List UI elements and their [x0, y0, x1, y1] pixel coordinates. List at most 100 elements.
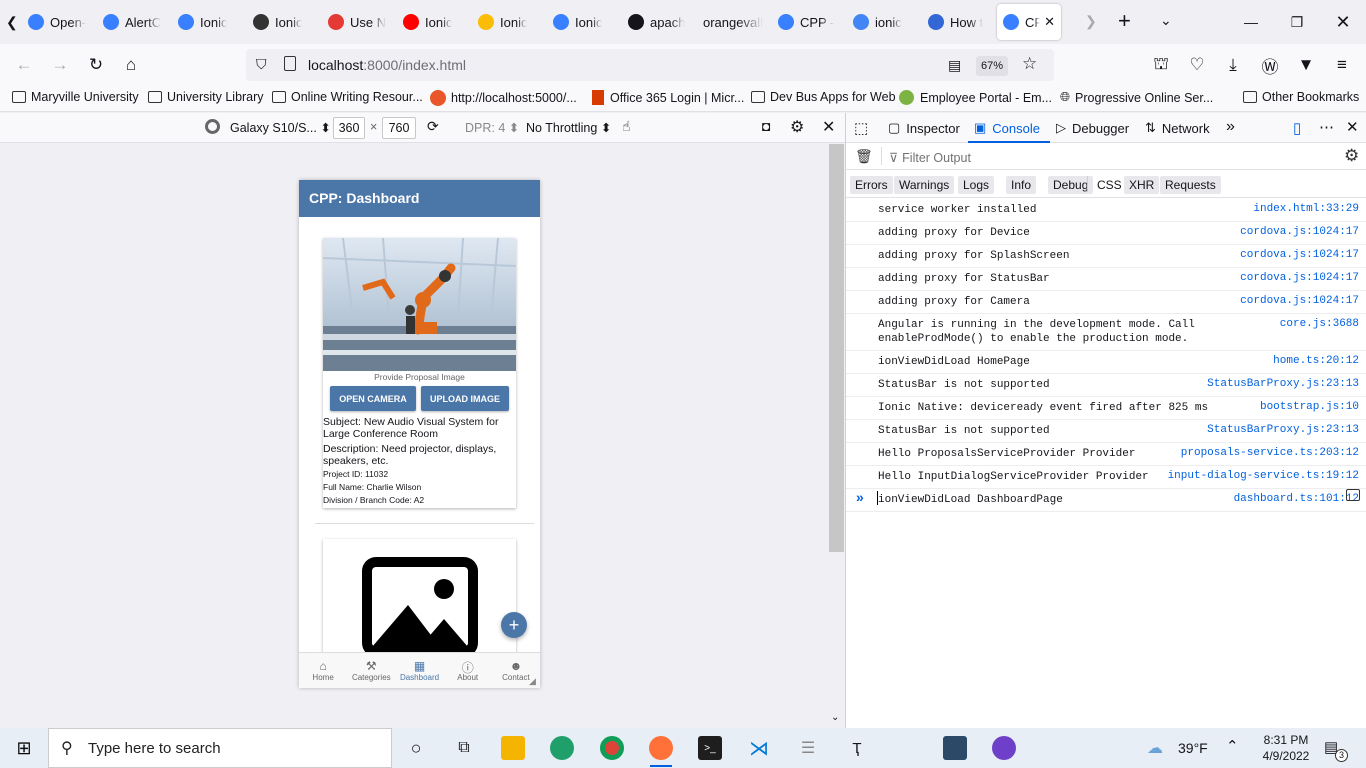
open-camera-button[interactable]: OPEN CAMERA [330, 386, 416, 411]
resize-handle-icon[interactable]: ◢ [529, 676, 536, 687]
list-all-tabs-chevron-icon[interactable]: ⌄ [1160, 12, 1172, 29]
browser-tab[interactable]: ionic [847, 0, 922, 44]
filter-info[interactable]: Info [1006, 176, 1037, 194]
chrome-icon[interactable] [600, 736, 624, 760]
browser-tab[interactable]: Ionic [397, 0, 472, 44]
tab-dashboard[interactable]: ▦ Dashboard [395, 653, 443, 688]
tab-network[interactable]: ⇅ Network [1145, 120, 1210, 136]
taskbar-search-box[interactable]: ⚲ Type here to search [48, 728, 392, 768]
new-tab-plus-icon[interactable]: + [1118, 8, 1131, 34]
console-message-source-link[interactable]: cordova.js:1024:17 [1240, 295, 1359, 307]
console-message-source-link[interactable]: cordova.js:1024:17 [1240, 226, 1359, 238]
tab-scroll-left-icon[interactable]: ❮ [6, 14, 18, 31]
bookmark-link[interactable]: 🌐︎ Progressive Online Ser... [1060, 90, 1213, 105]
upload-image-button[interactable]: UPLOAD IMAGE [421, 386, 509, 411]
bookmark-folder[interactable]: Maryville University [12, 90, 139, 104]
console-message-source-link[interactable]: StatusBarProxy.js:23:13 [1207, 424, 1359, 436]
pocket-icon[interactable]: ♡ [1184, 52, 1210, 78]
tab-about[interactable]: ⓘ About [444, 653, 492, 688]
console-message-source-link[interactable]: input-dialog-service.ts:19:12 [1168, 470, 1359, 482]
forward-arrow-icon[interactable]: → [47, 52, 73, 78]
console-input[interactable]: » [846, 486, 1366, 510]
browser-tab[interactable]: Open- [22, 0, 97, 44]
downloads-icon[interactable]: ⤓ [1220, 52, 1246, 78]
browser-tab[interactable]: Use N [322, 0, 397, 44]
tab-console[interactable]: ▣ Console [974, 120, 1040, 136]
console-message-source-link[interactable]: bootstrap.js:10 [1260, 401, 1359, 413]
address-bar[interactable]: ⛉ localhost:8000/index.html ▤ 67% ☆ [246, 49, 1054, 81]
other-bookmarks[interactable]: Other Bookmarks [1243, 90, 1359, 104]
editor-mode-icon[interactable] [1346, 489, 1360, 501]
edge-icon[interactable] [550, 736, 574, 760]
page-icon[interactable] [284, 56, 296, 71]
file-explorer-icon[interactable] [501, 736, 525, 760]
bookmark-link[interactable]: http://localhost:5000/... [430, 90, 577, 106]
console-message-source-link[interactable]: cordova.js:1024:17 [1240, 249, 1359, 261]
bookmark-folder[interactable]: Online Writing Resour... [272, 90, 423, 104]
filter-output-input[interactable]: ⊽ Filter Output [889, 150, 1329, 165]
browser-tab[interactable]: CPP✕ [997, 4, 1061, 40]
console-message-source-link[interactable]: cordova.js:1024:17 [1240, 272, 1359, 284]
tab-debugger[interactable]: ▷ Debugger [1056, 120, 1129, 136]
vue-devtools-icon[interactable]: ▼ [1293, 52, 1319, 78]
touch-simulation-icon[interactable]: ☝︎ [622, 118, 631, 135]
scroll-down-icon[interactable]: ⌄ [831, 712, 839, 723]
bookmark-link[interactable]: Employee Portal - Em... [899, 90, 1052, 105]
close-window-icon[interactable]: ✕ [1320, 0, 1366, 44]
tab-scroll-right-icon[interactable]: ❯ [1085, 13, 1097, 30]
terminal-icon[interactable]: >_ [698, 736, 722, 760]
mysql-workbench-icon[interactable] [943, 736, 967, 760]
tab-categories[interactable]: ⚒ Categories [347, 653, 395, 688]
windows-start-icon[interactable]: ⊞ [12, 736, 36, 760]
settings-gear-icon[interactable]: ⚙ [790, 117, 804, 137]
bookmark-folder[interactable]: University Library [148, 90, 264, 104]
browser-tab[interactable]: CPP - [772, 0, 847, 44]
account-icon[interactable]: Ⓦ [1257, 52, 1283, 78]
more-tabs-icon[interactable]: » [1226, 118, 1235, 136]
back-arrow-icon[interactable]: ← [11, 52, 37, 78]
url-text[interactable]: localhost:8000/index.html [308, 57, 466, 73]
filter-logs[interactable]: Logs [958, 176, 995, 194]
close-rdm-icon[interactable]: ✕ [822, 117, 835, 137]
zoom-level[interactable]: 67% [976, 56, 1008, 76]
browser-tab[interactable]: Ionic [472, 0, 547, 44]
filter-warnings[interactable]: Warnings [894, 176, 955, 194]
device-selector[interactable]: Galaxy S10/S... ⬍ [230, 120, 331, 135]
close-devtools-icon[interactable]: ✕ [1346, 118, 1359, 136]
console-message-source-link[interactable]: index.html:33:29 [1253, 203, 1359, 215]
screenshot-camera-icon[interactable]: ◘ [762, 118, 770, 134]
dock-side-icon[interactable]: ▯ [1293, 119, 1301, 137]
viewport-width-input[interactable]: 360 [333, 117, 365, 139]
console-message-source-link[interactable]: home.ts:20:12 [1273, 355, 1359, 367]
console-message-source-link[interactable]: StatusBarProxy.js:23:13 [1207, 378, 1359, 390]
throttling-selector[interactable]: No Throttling ⬍ [526, 120, 611, 135]
vscode-icon[interactable]: ⋊ [747, 736, 771, 760]
dpr-selector[interactable]: DPR: 4 ⬍ [465, 120, 519, 135]
more-options-icon[interactable]: ⋯ [1319, 118, 1334, 136]
tab-inspector[interactable]: ▢ Inspector [888, 120, 960, 136]
menu-hamburger-icon[interactable]: ≡ [1329, 52, 1355, 78]
bookmark-link[interactable]: Office 365 Login | Micr... [592, 90, 744, 105]
bookmark-star-icon[interactable]: ☆ [1022, 54, 1037, 74]
show-hidden-icons-chevron[interactable]: ⌃ [1226, 737, 1239, 755]
browser-tab[interactable]: Ionic [547, 0, 622, 44]
filter-xhr[interactable]: XHR [1124, 176, 1160, 194]
console-message-source-link[interactable]: core.js:3688 [1280, 318, 1359, 330]
browser-tab[interactable]: Ionic [172, 0, 247, 44]
browser-tab[interactable]: orangevall [697, 0, 772, 44]
console-settings-gear-icon[interactable]: ⚙ [1344, 146, 1359, 166]
rotate-icon[interactable]: ⟳ [427, 118, 439, 135]
cloud-weather-icon[interactable]: ☁ [1147, 738, 1163, 758]
restore-window-icon[interactable]: ❐ [1274, 0, 1320, 44]
filter-css[interactable]: CSS [1092, 176, 1127, 194]
browser-tab[interactable]: How t [922, 0, 997, 44]
filter-requests[interactable]: Requests [1160, 176, 1221, 194]
task-view-icon[interactable]: ⧉ [452, 736, 476, 760]
weather-temperature[interactable]: 39°F [1178, 740, 1208, 756]
filter-errors[interactable]: Errors [850, 176, 893, 194]
reload-icon[interactable]: ↻ [83, 52, 109, 78]
browser-tab[interactable]: Ionic [247, 0, 322, 44]
home-icon[interactable]: ⌂ [118, 52, 144, 78]
extensions-icon[interactable]: ⛫ [1148, 52, 1174, 78]
typora-icon[interactable]: Ҭ [845, 736, 869, 760]
